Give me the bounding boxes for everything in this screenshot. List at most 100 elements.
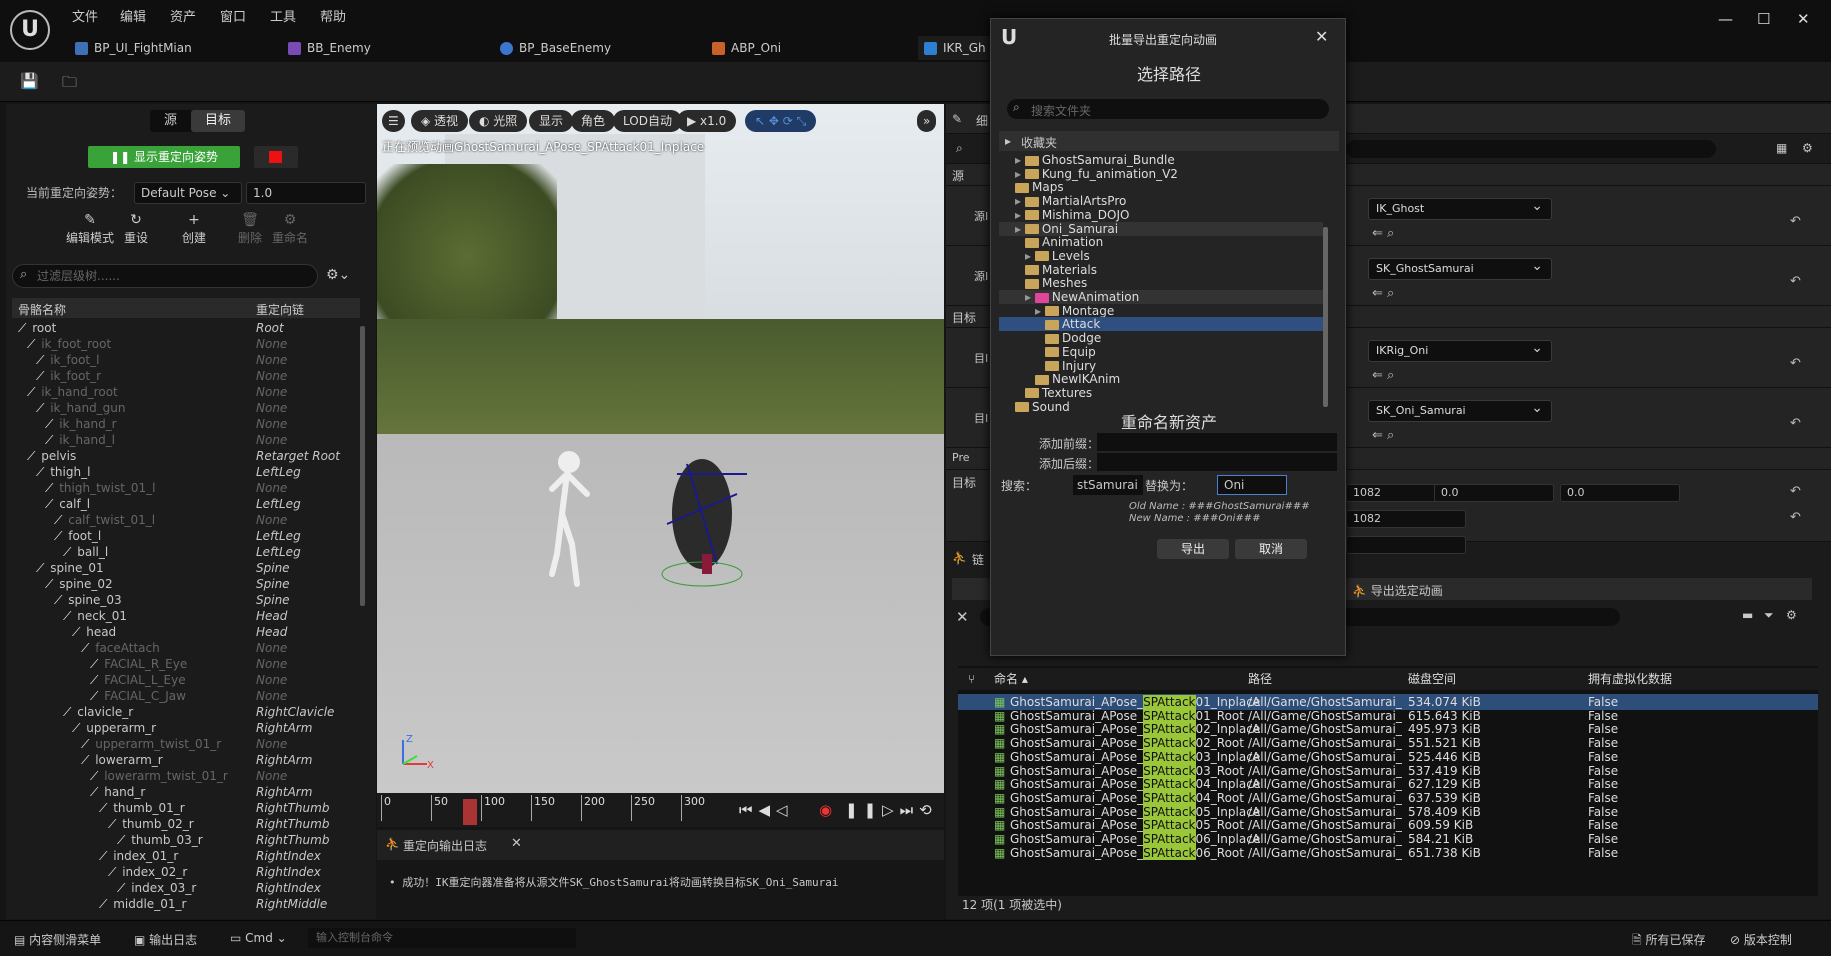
- col-retarget-chain[interactable]: 重定向链: [256, 301, 304, 318]
- folder-scrollbar[interactable]: [1323, 227, 1328, 407]
- folder-item[interactable]: Equip: [1045, 345, 1096, 359]
- bone-row[interactable]: ⟋ upperarm_twist_01_r None: [12, 736, 360, 752]
- menu-tools[interactable]: 工具: [270, 6, 296, 25]
- expand-icon[interactable]: »: [917, 110, 937, 132]
- close-tab-icon[interactable]: ✕: [511, 836, 522, 851]
- bone-row[interactable]: ⟋ ik_foot_l None: [12, 352, 360, 368]
- bone-row[interactable]: ⟋ thigh_twist_01_l None: [12, 480, 360, 496]
- playback-controls[interactable]: ❚❚▷⏭⟲: [845, 801, 938, 819]
- folder-item[interactable]: ▸ Levels: [1025, 249, 1090, 263]
- bone-row[interactable]: ⟋ spine_03 Spine: [12, 592, 360, 608]
- bone-row[interactable]: ⟋ lowerarm_twist_01_r None: [12, 768, 360, 784]
- menu-help[interactable]: 帮助: [320, 6, 346, 25]
- bone-row[interactable]: ⟋ index_02_r RightIndex: [12, 864, 360, 880]
- reset-icon-6[interactable]: ↶: [1790, 510, 1801, 525]
- use-asset-icon-3[interactable]: ⇐ ⌕: [1372, 368, 1394, 383]
- expand-arrow-icon[interactable]: ▸: [1015, 167, 1025, 181]
- col-bone-name[interactable]: 骨骼名称: [18, 301, 66, 318]
- tab-ikr-retargeter[interactable]: IKR_Gh: [918, 36, 992, 60]
- expand-arrow-icon[interactable]: ▸: [1035, 304, 1045, 318]
- use-asset-icon-2[interactable]: ⇐ ⌕: [1372, 286, 1394, 301]
- bone-row[interactable]: ⟋ thigh_l LeftLeg: [12, 464, 360, 480]
- hierarchy-search-input[interactable]: 过滤层级树......: [12, 264, 318, 288]
- unreal-logo[interactable]: U: [10, 10, 50, 50]
- use-asset-icon-4[interactable]: ⇐ ⌕: [1372, 428, 1394, 443]
- folder-item[interactable]: ▸ GhostSamurai_Bundle: [1015, 153, 1175, 167]
- console-input[interactable]: 输入控制台命令: [308, 928, 576, 948]
- bone-row[interactable]: ⟋ ik_hand_root None: [12, 384, 360, 400]
- bone-row[interactable]: ⟋ thumb_02_r RightThumb: [12, 816, 360, 832]
- folder-item[interactable]: Injury: [1045, 359, 1096, 373]
- all-saved-indicator[interactable]: 🗎 所有已保存: [1632, 931, 1705, 952]
- col-virtual[interactable]: 拥有虚拟化数据: [1588, 668, 1672, 690]
- content-drawer-button[interactable]: ▤ 内容侧滑菜单: [14, 931, 101, 948]
- bone-row[interactable]: ⟋ spine_02 Spine: [12, 576, 360, 592]
- bone-row[interactable]: ⟋ FACIAL_L_Eye None: [12, 672, 360, 688]
- rotation-field[interactable]: 1082: [1346, 510, 1466, 528]
- bone-row[interactable]: ⟋ FACIAL_R_Eye None: [12, 656, 360, 672]
- bone-row[interactable]: ⟋ hand_r RightArm: [12, 784, 360, 800]
- character-button[interactable]: 角色: [571, 110, 616, 132]
- bone-row[interactable]: ⟋ root Root: [12, 320, 360, 336]
- menu-asset[interactable]: 资产: [170, 6, 196, 25]
- edit-mode-tool[interactable]: ✎ 编辑模式: [66, 212, 114, 246]
- minimize-icon[interactable]: —: [1718, 10, 1733, 28]
- col-name[interactable]: 命名 ▴: [994, 668, 1028, 690]
- transport-controls[interactable]: ⏮◀◁: [739, 801, 794, 819]
- bone-row[interactable]: ⟋ middle_01_r RightMiddle: [12, 896, 360, 912]
- save-icon[interactable]: 💾: [20, 72, 40, 90]
- target-mesh-dropdown[interactable]: SK_Oni_Samurai: [1368, 398, 1552, 422]
- output-log-button[interactable]: ▣ 输出日志: [134, 931, 197, 948]
- folder-item[interactable]: ▸ MartialArtsPro: [1015, 194, 1126, 208]
- browse-asset-icon[interactable]: 🗀: [62, 72, 82, 91]
- bone-row[interactable]: ⟋ clavicle_r RightClavicle: [12, 704, 360, 720]
- current-pose-dropdown[interactable]: Default Pose ⌄: [134, 182, 242, 204]
- bone-row[interactable]: ⟋ ik_foot_r None: [12, 368, 360, 384]
- bone-row[interactable]: ⟋ upperarm_r RightArm: [12, 720, 360, 736]
- folder-item[interactable]: Materials: [1025, 263, 1097, 277]
- tab-bp-ui-fightmian[interactable]: BP_UI_FightMian: [75, 36, 192, 60]
- folder-item[interactable]: Dodge: [1045, 331, 1101, 345]
- bone-row[interactable]: ⟋ thumb_03_r RightThumb: [12, 832, 360, 848]
- expand-arrow-icon[interactable]: ▸: [1025, 249, 1035, 263]
- bone-row[interactable]: ⟋ thumb_01_r RightThumb: [12, 800, 360, 816]
- toggle-target[interactable]: 目标: [191, 110, 246, 132]
- tree-scrollbar[interactable]: [360, 326, 365, 606]
- use-asset-icon[interactable]: ⇐ ⌕: [1372, 226, 1394, 241]
- menu-window[interactable]: 窗口: [220, 6, 246, 25]
- bone-row[interactable]: ⟋ index_03_r RightIndex: [12, 880, 360, 896]
- favorites-header[interactable]: ▸ 收藏夹: [999, 131, 1339, 151]
- expand-arrow-icon[interactable]: ▸: [1015, 194, 1025, 208]
- folder-item[interactable]: Textures: [1025, 386, 1092, 400]
- offset-z-field[interactable]: 0.0: [1560, 484, 1680, 502]
- menu-file[interactable]: 文件: [72, 6, 98, 25]
- timeline[interactable]: 0 50 100 150 200 250 300 ⏮◀◁ ◉ ❚❚▷⏭⟲: [377, 793, 944, 827]
- reset-icon-1[interactable]: ↶: [1790, 214, 1801, 229]
- expand-arrow-icon[interactable]: ▸: [1015, 153, 1025, 167]
- bone-row[interactable]: ⟋ index_01_r RightIndex: [12, 848, 360, 864]
- bone-row[interactable]: ⟋ ik_hand_gun None: [12, 400, 360, 416]
- clear-filter-icon[interactable]: ✕: [956, 608, 969, 626]
- toggle-source[interactable]: 源: [150, 110, 191, 132]
- replace-text-input[interactable]: Oni: [1217, 475, 1287, 495]
- menu-edit[interactable]: 编辑: [120, 6, 146, 25]
- bone-row[interactable]: ⟋ lowerarm_r RightArm: [12, 752, 360, 768]
- close-window-icon[interactable]: ✕: [1797, 10, 1810, 28]
- maximize-icon[interactable]: ☐: [1757, 10, 1770, 28]
- offset-y-field[interactable]: 0.0: [1434, 484, 1554, 502]
- delete-tool[interactable]: 🗑 删除: [238, 212, 262, 246]
- reset-icon-5[interactable]: ↶: [1790, 484, 1801, 499]
- export-button[interactable]: 导出: [1157, 539, 1229, 559]
- expand-arrow-icon[interactable]: ▸: [1015, 208, 1025, 222]
- expand-arrow-icon[interactable]: ▸: [1025, 290, 1035, 304]
- expand-arrow-icon[interactable]: ▸: [1015, 222, 1025, 236]
- transform-tools[interactable]: ↖ ✥ ⟳ ⤡: [745, 110, 817, 132]
- folder-item[interactable]: ▸ Montage: [1035, 304, 1114, 318]
- target-ikrig-dropdown[interactable]: IKRig_Oni: [1368, 338, 1552, 362]
- folder-item[interactable]: ▸ Mishima_DOJO: [1015, 208, 1129, 222]
- playback-speed-button[interactable]: ▶ x1.0: [677, 110, 737, 132]
- show-retarget-pose-button[interactable]: ❚❚ 显示重定向姿势: [88, 146, 240, 168]
- bone-row[interactable]: ⟋ calf_l LeftLeg: [12, 496, 360, 512]
- source-control-button[interactable]: ⊘ 版本控制: [1730, 931, 1792, 948]
- viewport[interactable]: ☰ ◈ 透视 ◐ 光照 显示 角色 LOD自动 ▶ x1.0 ↖ ✥ ⟳ ⤡ »…: [377, 104, 944, 793]
